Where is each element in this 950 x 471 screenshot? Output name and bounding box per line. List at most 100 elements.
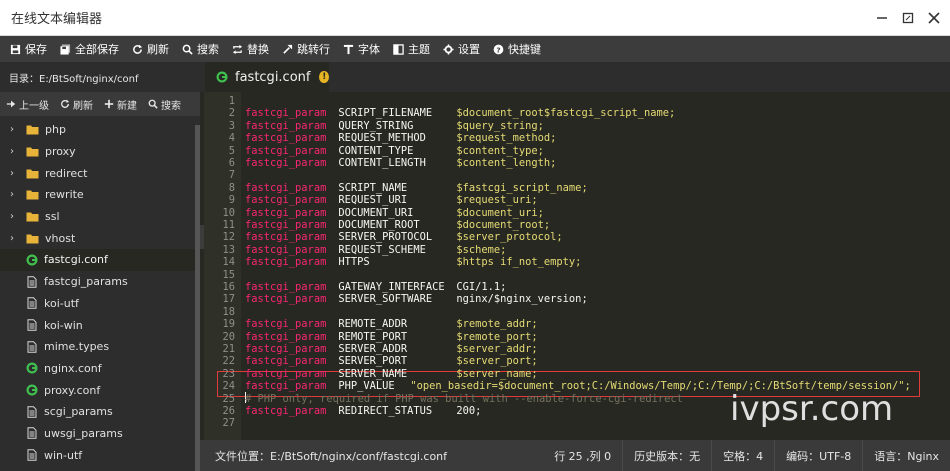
- code-param-value: $document_root;: [456, 219, 551, 231]
- code-editor[interactable]: 1 2 fastcgi_param SCRIPT_FILENAME $document_…: [204, 92, 950, 440]
- code-line: 13 fastcgi_param REQUEST_SCHEME $scheme;: [204, 244, 950, 256]
- file-name: fastcgi.conf: [44, 253, 108, 267]
- encoding-setting[interactable]: 编码：UTF-8: [774, 440, 862, 471]
- code-directive: fastcgi_param: [245, 194, 327, 207]
- chevron-right-icon[interactable]: ›: [10, 211, 20, 222]
- line-number: 23: [222, 367, 235, 380]
- code-line: 12 fastcgi_param SERVER_PROTOCOL $server_pr…: [204, 231, 950, 243]
- code-content: fastcgi_param SERVER_SOFTWARE nginx/$nginx…: [245, 293, 588, 305]
- code-param-name: SCRIPT_NAME: [338, 181, 408, 194]
- toolbar-button-gear[interactable]: 设置: [439, 36, 489, 62]
- indent-setting[interactable]: 空格：4: [711, 440, 774, 471]
- code-param-value: $document_root$fastcgi_script_name;: [456, 107, 676, 120]
- file-tool-up-arrow[interactable]: 上一级: [6, 97, 49, 112]
- code-param-name: SERVER_NAME: [338, 367, 408, 380]
- tab-fastcgi-conf[interactable]: fastcgi.conf !: [205, 62, 329, 92]
- tree-file[interactable]: win-utf: [0, 444, 195, 466]
- text-file-icon: [26, 297, 38, 310]
- tree-folder[interactable]: › php: [0, 119, 195, 141]
- chevron-right-icon[interactable]: ›: [10, 124, 20, 135]
- line-number: 20: [222, 330, 235, 343]
- chevron-right-icon[interactable]: ›: [10, 146, 20, 157]
- conf-file-icon: [26, 254, 38, 266]
- gear-icon: [443, 43, 458, 55]
- tree-file[interactable]: koi-utf: [0, 293, 195, 315]
- minimize-icon[interactable]: [874, 10, 890, 26]
- code-directive: fastcgi_param: [245, 343, 327, 355]
- watermark: ivpsr.com: [730, 389, 894, 429]
- plus-icon: [104, 99, 117, 109]
- toolbar-button-goto-line[interactable]: 跳转行: [278, 36, 339, 62]
- help-icon: ?: [493, 44, 508, 55]
- code-param-value: $content_length;: [456, 157, 557, 169]
- text-file-icon: [26, 341, 38, 353]
- tree-file[interactable]: fastcgi_params: [0, 271, 195, 293]
- code-content: fastcgi_param DOCUMENT_URI $document_uri;: [245, 207, 544, 219]
- toolbar-button-save-all[interactable]: 全部保存: [56, 36, 128, 62]
- chevron-right-icon[interactable]: ›: [10, 233, 20, 244]
- chevron-right-icon[interactable]: ›: [10, 189, 20, 200]
- toolbar-button-help[interactable]: ? 快捷键: [489, 36, 550, 62]
- scrollbar-thumb[interactable]: [195, 125, 200, 471]
- code-line: 3 fastcgi_param QUERY_STRING $query_string;: [204, 120, 950, 132]
- tree-folder[interactable]: › redirect: [0, 162, 195, 184]
- tree-file[interactable]: nginx.conf: [0, 358, 195, 380]
- refresh-icon: [60, 99, 73, 109]
- line-number: 3: [228, 119, 235, 132]
- code-directive: fastcgi_param: [245, 256, 327, 269]
- tree-file[interactable]: proxy.conf: [0, 379, 195, 401]
- toolbar-button-save[interactable]: 保存: [6, 36, 56, 62]
- toolbar-button-refresh[interactable]: 刷新: [128, 36, 178, 62]
- code-line: 17 fastcgi_param SERVER_SOFTWARE nginx/$ngi…: [204, 293, 950, 305]
- code-directive: fastcgi_param: [245, 157, 327, 169]
- code-line: 1: [204, 95, 950, 107]
- tree-folder[interactable]: › rewrite: [0, 184, 195, 206]
- language-mode[interactable]: 语言：Nginx: [862, 440, 950, 471]
- line-number: 11: [222, 219, 235, 231]
- window-title: 在线文本编辑器: [11, 12, 103, 27]
- svg-text:?: ?: [496, 45, 500, 54]
- code-param-value: $server_protocol;: [456, 231, 563, 244]
- tree-folder[interactable]: › proxy: [0, 141, 195, 163]
- file-tool-plus[interactable]: 新建: [104, 97, 137, 112]
- code-directive: fastcgi_param: [245, 293, 327, 306]
- file-name: win-utf: [44, 448, 83, 462]
- tree-file[interactable]: scgi_params: [0, 401, 195, 423]
- tree-file[interactable]: mime.types: [0, 336, 195, 358]
- code-param-name: REMOTE_PORT: [338, 330, 408, 343]
- text-file-icon: [26, 406, 38, 418]
- tree-folder[interactable]: › vhost: [0, 227, 195, 249]
- code-directive: fastcgi_param: [245, 231, 327, 244]
- folder-name: vhost: [45, 231, 76, 245]
- maximize-icon[interactable]: [900, 10, 916, 26]
- file-tool-refresh[interactable]: 刷新: [60, 97, 93, 112]
- toolbar-button-replace[interactable]: 替换: [228, 36, 278, 62]
- tree-file[interactable]: koi-win: [0, 314, 195, 336]
- file-tool-label: 上一级: [19, 100, 49, 112]
- code-param-name: DOCUMENT_ROOT: [338, 219, 420, 231]
- tree-file[interactable]: uwsgi_params: [0, 423, 195, 445]
- code-line: 23 fastcgi_param SERVER_NAME $server_name;: [204, 368, 950, 380]
- toolbar-button-theme[interactable]: 主题: [389, 36, 439, 62]
- code-line: 7: [204, 169, 950, 181]
- conf-file-icon: [26, 384, 38, 396]
- history-versions[interactable]: 历史版本：无: [622, 440, 711, 471]
- cursor-position[interactable]: 行 25 ,列 0: [543, 440, 622, 471]
- tree-file[interactable]: fastcgi.conf: [0, 249, 195, 271]
- line-number: 18: [222, 305, 235, 318]
- folder-icon: [26, 124, 39, 135]
- line-number: 21: [222, 343, 235, 355]
- file-tool-search[interactable]: 搜索: [148, 97, 181, 112]
- toolbar-button-search[interactable]: 搜索: [178, 36, 228, 62]
- code-param-name: REQUEST_URI: [338, 194, 408, 207]
- file-tree-scrollbar[interactable]: [195, 119, 200, 471]
- toolbar-button-font[interactable]: 字体: [339, 36, 389, 62]
- tree-folder[interactable]: › ssl: [0, 206, 195, 228]
- code-param-name: HTTPS: [338, 256, 370, 269]
- conf-file-icon: [216, 71, 228, 83]
- code-content: fastcgi_param REMOTE_PORT $remote_port;: [245, 331, 538, 343]
- refresh-icon: [132, 44, 147, 55]
- chevron-right-icon[interactable]: ›: [10, 168, 20, 179]
- code-param-value: $request_uri;: [456, 194, 538, 207]
- close-icon[interactable]: [926, 10, 942, 26]
